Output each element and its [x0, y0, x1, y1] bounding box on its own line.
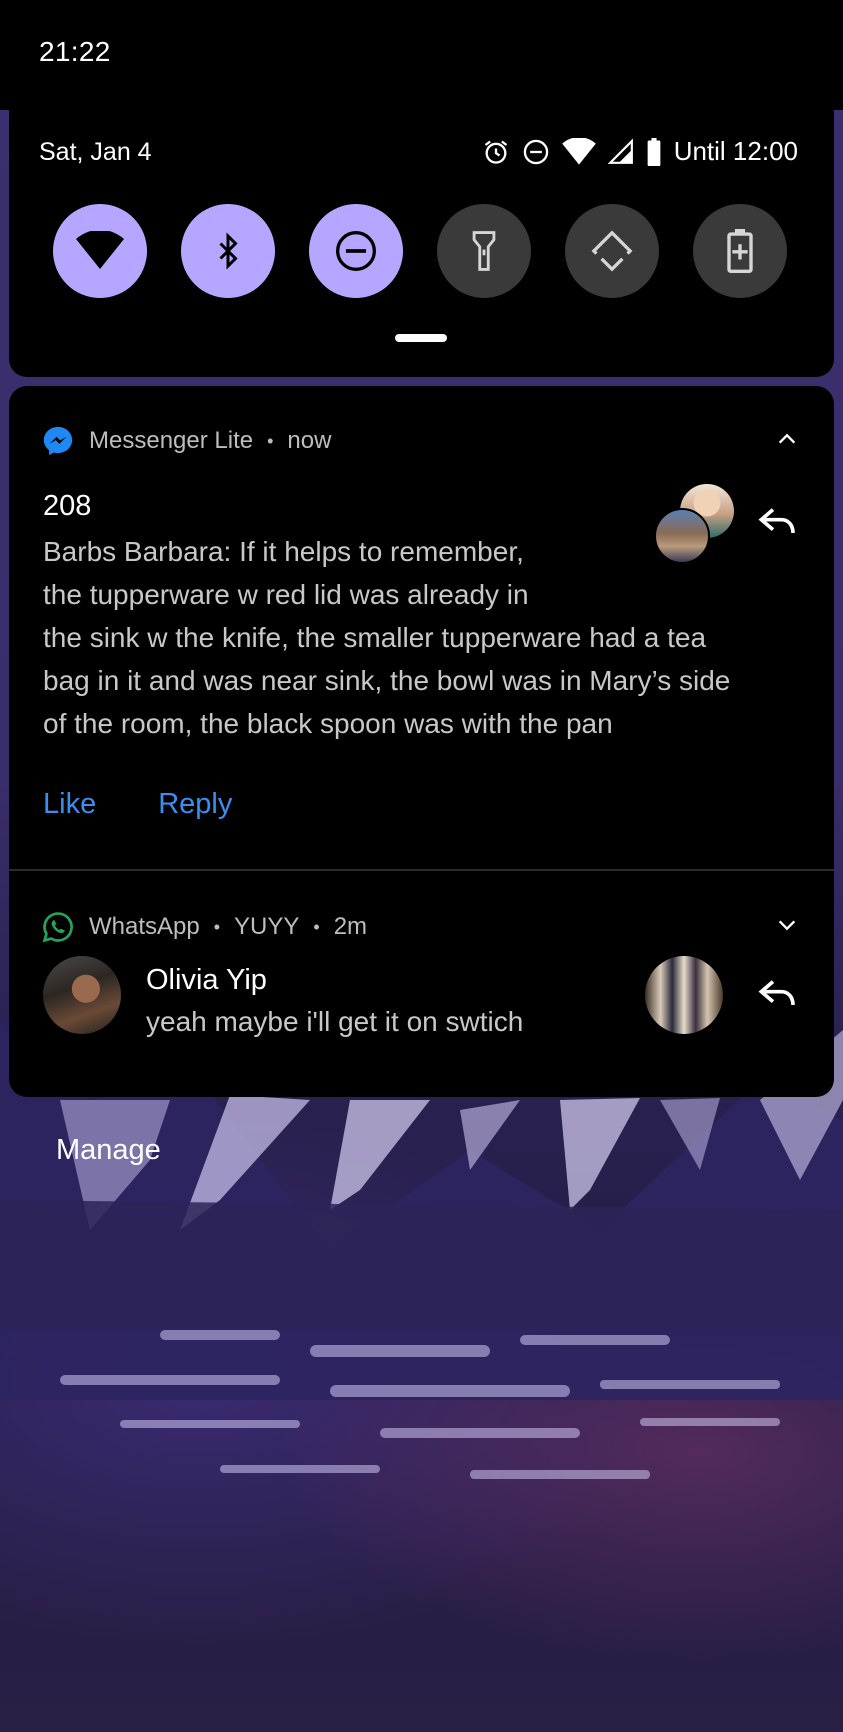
tile-flashlight[interactable]	[437, 204, 531, 298]
clock: 21:22	[39, 36, 111, 67]
chevron-down-icon[interactable]	[776, 914, 798, 936]
like-button[interactable]: Like	[43, 788, 96, 821]
body-line: the sink w the knife, the smaller tupper…	[43, 622, 707, 653]
app-name: WhatsApp	[89, 913, 200, 940]
separator-dot: •	[213, 916, 221, 937]
group-avatar	[644, 484, 734, 564]
wifi-icon	[76, 231, 124, 269]
date-label: Sat, Jan 4	[39, 138, 152, 166]
body-line: of the room, the black spoon was with th…	[43, 708, 613, 739]
body-line: the tupperware w red lid was already in	[43, 579, 529, 610]
notification-whatsapp[interactable]: WhatsApp • YUYY • 2m Olivia Yip yeah may…	[9, 872, 834, 1097]
app-name: Messenger Lite	[89, 427, 254, 454]
notification-actions: Like Reply	[43, 788, 232, 821]
tile-auto-rotate[interactable]	[565, 204, 659, 298]
chevron-up-icon[interactable]	[776, 428, 798, 450]
message-text: yeah maybe i'll get it on swtich	[146, 1006, 524, 1037]
alarm-icon	[484, 140, 507, 164]
reply-icon[interactable]	[758, 978, 798, 1012]
manage-button[interactable]: Manage	[56, 1134, 161, 1167]
status-text: Until 12:00	[673, 136, 798, 166]
do-not-disturb-icon	[336, 231, 376, 271]
reply-button[interactable]: Reply	[158, 788, 232, 821]
wifi-icon	[561, 137, 596, 165]
messenger-icon	[43, 426, 73, 456]
auto-rotate-icon	[591, 230, 633, 272]
flashlight-icon	[472, 231, 496, 271]
body-line: bag in it and was near sink, the bowl wa…	[43, 665, 731, 696]
do-not-disturb-icon	[523, 139, 548, 164]
tile-battery-saver[interactable]	[693, 204, 787, 298]
shade-handle[interactable]	[395, 334, 447, 342]
notification-header: WhatsApp • YUYY • 2m	[41, 910, 367, 944]
sender-name: Olivia Yip	[146, 964, 267, 996]
quick-settings-tiles	[53, 204, 787, 298]
status-icons: Until 12:00	[482, 136, 798, 167]
bluetooth-icon	[219, 232, 238, 270]
notification-header: Messenger Lite • now	[41, 424, 331, 458]
notification-time: 2m	[333, 913, 368, 940]
notification-title: 208	[43, 490, 92, 522]
battery-saver-icon	[727, 229, 753, 273]
conversation-name: YUYY	[234, 913, 300, 940]
notification-time: now	[287, 427, 332, 454]
tile-do-not-disturb[interactable]	[309, 204, 403, 298]
separator-dot: •	[267, 430, 274, 451]
signal-icon	[607, 138, 633, 164]
notification-card: Messenger Lite • now 208 Barbs Barbara: …	[9, 386, 834, 1097]
status-bar: 21:22	[0, 0, 843, 110]
reply-icon[interactable]	[758, 506, 798, 540]
avatar	[654, 508, 710, 564]
separator-dot: •	[313, 916, 320, 937]
tile-bluetooth[interactable]	[181, 204, 275, 298]
avatar	[645, 956, 723, 1034]
divider	[9, 869, 834, 871]
notification-messenger[interactable]: Messenger Lite • now 208 Barbs Barbara: …	[9, 386, 834, 870]
quick-settings-panel: Sat, Jan 4 Until 12:00	[9, 100, 834, 377]
tile-wifi[interactable]	[53, 204, 147, 298]
whatsapp-icon	[42, 912, 73, 943]
battery-icon	[647, 137, 661, 166]
avatar	[43, 956, 121, 1034]
